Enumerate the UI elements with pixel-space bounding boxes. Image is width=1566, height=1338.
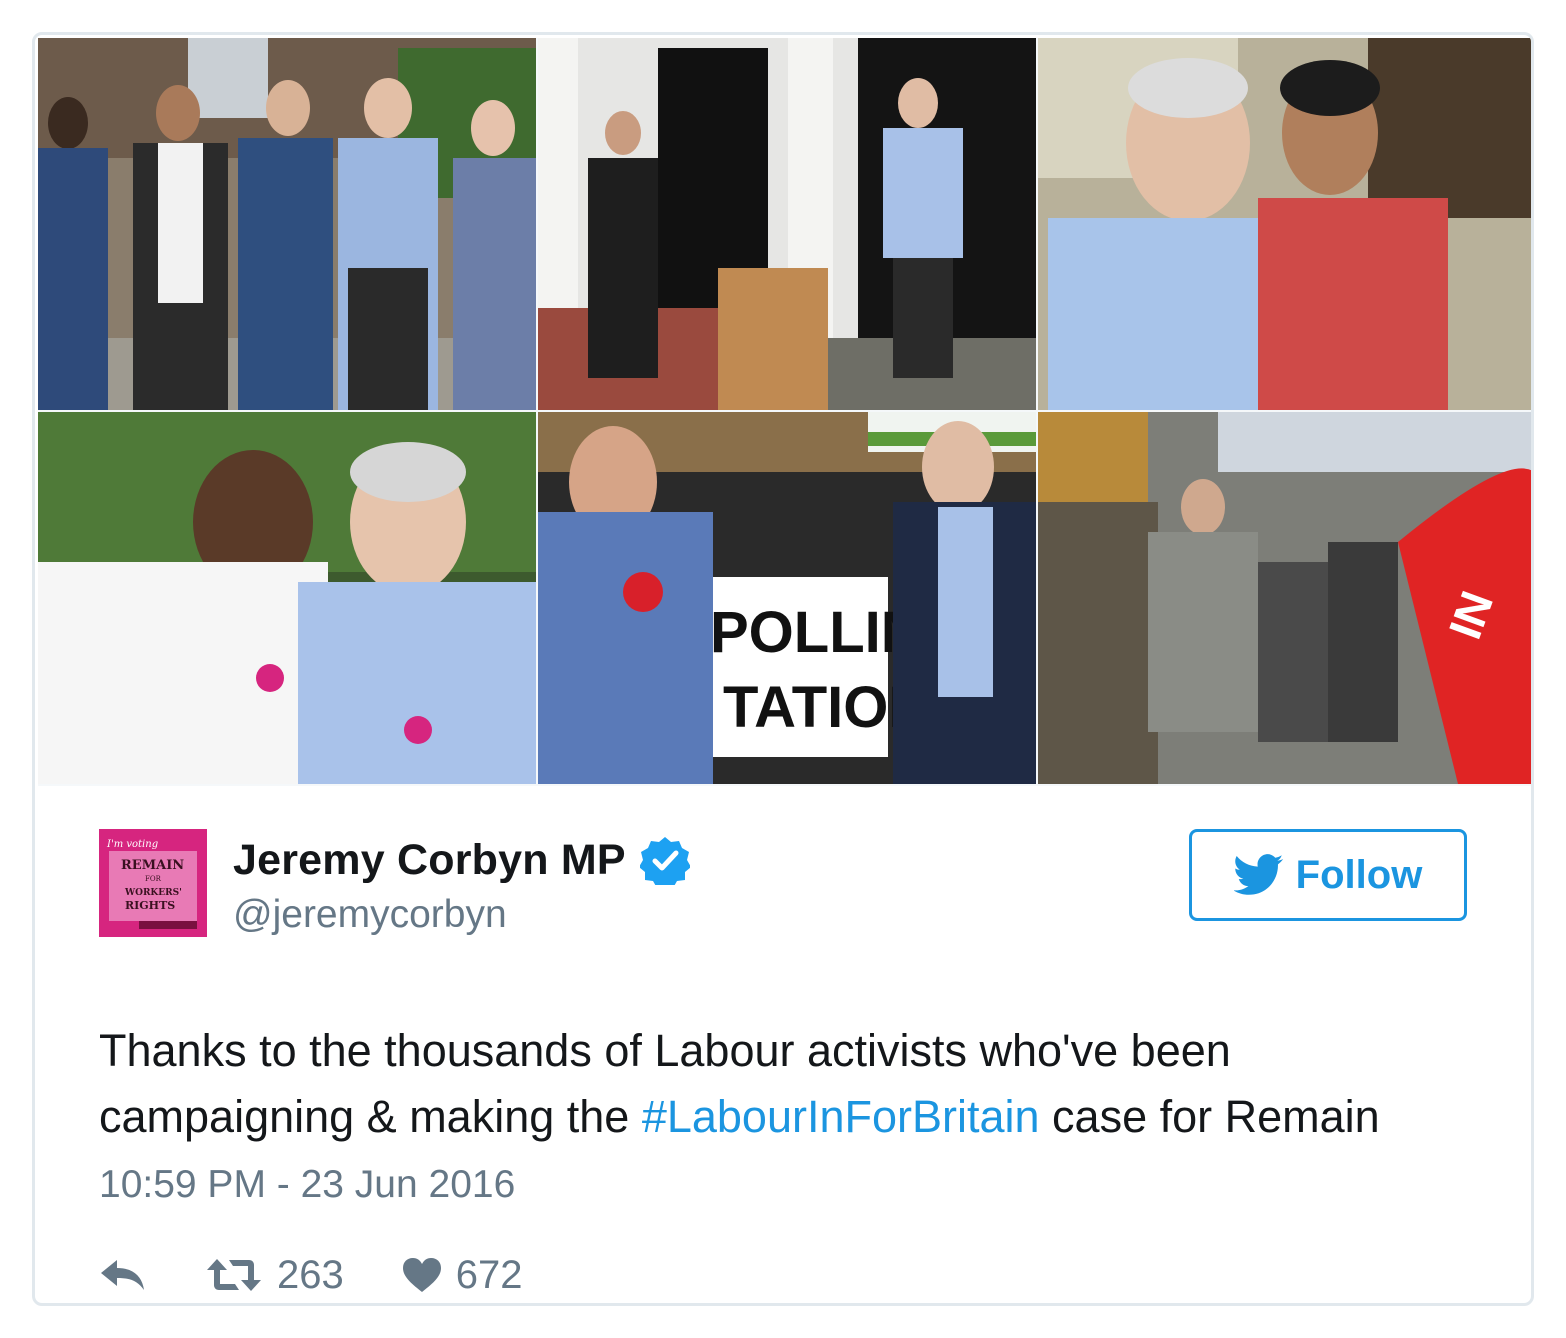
tweet-actions: 263 672 — [99, 1245, 523, 1303]
photo-selfie-two[interactable] — [1038, 38, 1531, 410]
handle[interactable]: @jeremycorbyn — [233, 893, 507, 937]
reply-button[interactable] — [99, 1258, 147, 1292]
like-button[interactable]: 672 — [402, 1253, 523, 1298]
photo-group-street[interactable] — [38, 38, 536, 410]
name-row[interactable]: Jeremy Corbyn MP — [233, 835, 691, 888]
photo-doorstep[interactable] — [538, 38, 1036, 410]
retweet-button[interactable]: 263 — [205, 1253, 344, 1298]
tweet-timestamp[interactable]: 10:59 PM - 23 Jun 2016 — [99, 1163, 515, 1207]
reply-icon — [101, 1260, 144, 1290]
photo-street-umbrella[interactable]: IN — [1038, 412, 1531, 784]
retweet-icon — [207, 1259, 261, 1291]
avatar-line2: REMAIN — [121, 858, 184, 873]
photo-two-men[interactable] — [38, 412, 536, 784]
follow-label: Follow — [1295, 852, 1423, 897]
verified-badge-icon — [638, 835, 691, 888]
twitter-bird-icon — [1233, 854, 1283, 895]
avatar[interactable]: I'm voting REMAIN FOR WORKERS' RIGHTS — [99, 829, 207, 937]
heart-icon — [402, 1258, 441, 1292]
display-name[interactable]: Jeremy Corbyn MP — [233, 836, 626, 885]
photo-polling-station[interactable]: POLLING TATION — [538, 412, 1036, 784]
photo-collage[interactable]: POLLING TATION IN — [38, 38, 1531, 786]
retweet-count: 263 — [277, 1252, 344, 1297]
avatar-line1: I'm voting — [106, 839, 158, 850]
hashtag-link[interactable]: #LabourInForBritain — [642, 1091, 1040, 1142]
tweet-text-after: case for Remain — [1039, 1091, 1380, 1142]
follow-button[interactable]: Follow — [1189, 829, 1467, 921]
tweet-header: I'm voting REMAIN FOR WORKERS' RIGHTS Je… — [99, 829, 1467, 939]
avatar-line3: FOR — [145, 875, 162, 883]
avatar-line5: RIGHTS — [125, 899, 175, 912]
tweet-card: POLLING TATION IN I'm voting REMAIN FOR … — [32, 32, 1534, 1306]
avatar-line4: WORKERS' — [124, 888, 182, 898]
like-count: 672 — [455, 1252, 523, 1297]
tweet-text: Thanks to the thousands of Labour activi… — [99, 1018, 1489, 1150]
